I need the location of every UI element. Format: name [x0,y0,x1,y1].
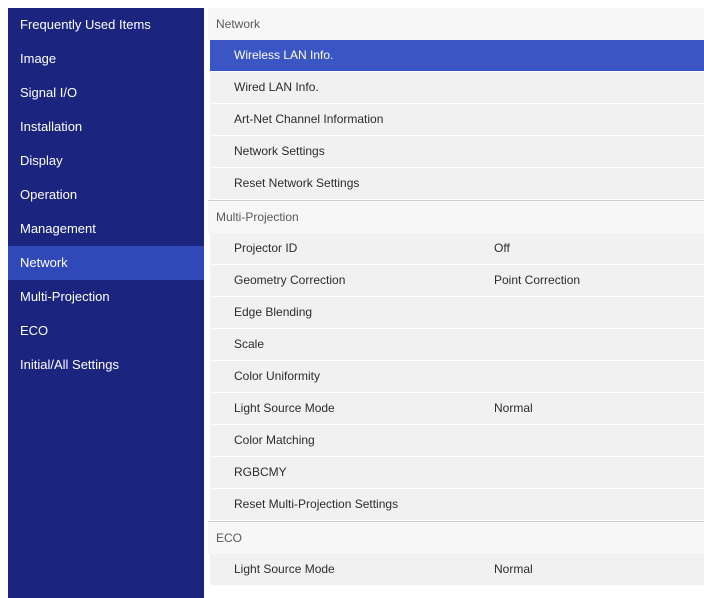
row-value: Point Correction [494,273,581,287]
settings-panel: Network Wireless LAN Info. Wired LAN Inf… [208,8,704,598]
row-label: RGBCMY [234,465,287,479]
sidebar-item-installation[interactable]: Installation [8,110,204,144]
sidebar-item-multi-projection[interactable]: Multi-Projection [8,280,204,314]
section-header-multi-projection: Multi-Projection [208,200,704,233]
sidebar-item-signal-io[interactable]: Signal I/O [8,76,204,110]
sidebar-item-network[interactable]: Network [8,246,204,280]
row-label: Geometry Correction [234,273,346,287]
menu-row-art-net-channel-information[interactable]: Art-Net Channel Information [210,104,704,136]
row-label: Edge Blending [234,305,313,319]
sidebar-item-eco[interactable]: ECO [8,314,204,348]
row-label: Wired LAN Info. [234,80,319,94]
row-label: Reset Network Settings [234,176,360,190]
menu-row-wireless-lan-info[interactable]: Wireless LAN Info. [210,40,704,72]
row-label: Art-Net Channel Information [234,112,384,126]
row-label: Network Settings [234,144,325,158]
section-header-eco: ECO [208,521,704,554]
sidebar-item-initial-all-settings[interactable]: Initial/All Settings [8,348,204,382]
sidebar-item-frequently-used-items[interactable]: Frequently Used Items [8,8,204,42]
menu-row-reset-multi-projection-settings[interactable]: Reset Multi-Projection Settings [210,489,704,521]
sidebar-item-management[interactable]: Management [8,212,204,246]
menu-row-color-uniformity[interactable]: Color Uniformity [210,361,704,393]
menu-row-projector-id[interactable]: Projector ID Off [210,233,704,265]
menu-row-network-settings[interactable]: Network Settings [210,136,704,168]
menu-row-rgbcmy[interactable]: RGBCMY [210,457,704,489]
row-label: Color Uniformity [234,369,321,383]
menu-row-scale[interactable]: Scale [210,329,704,361]
row-label: Color Matching [234,433,315,447]
row-value: Normal [494,562,533,576]
sidebar-menu: Frequently Used Items Image Signal I/O I… [8,8,204,598]
menu-row-wired-lan-info[interactable]: Wired LAN Info. [210,72,704,104]
sidebar-item-operation[interactable]: Operation [8,178,204,212]
row-label: Light Source Mode [234,562,335,576]
row-label: Scale [234,337,265,351]
row-label: Reset Multi-Projection Settings [234,497,399,511]
menu-row-eco-light-source-mode[interactable]: Light Source Mode Normal [210,554,704,586]
projector-menu-screen: Frequently Used Items Image Signal I/O I… [0,0,704,598]
row-label: Wireless LAN Info. [234,48,334,62]
menu-row-light-source-mode[interactable]: Light Source Mode Normal [210,393,704,425]
menu-row-color-matching[interactable]: Color Matching [210,425,704,457]
row-value: Off [494,241,510,255]
row-label: Light Source Mode [234,401,335,415]
menu-row-geometry-correction[interactable]: Geometry Correction Point Correction [210,265,704,297]
menu-row-reset-network-settings[interactable]: Reset Network Settings [210,168,704,200]
menu-row-edge-blending[interactable]: Edge Blending [210,297,704,329]
sidebar-item-image[interactable]: Image [8,42,204,76]
sidebar-item-display[interactable]: Display [8,144,204,178]
section-header-network: Network [208,8,704,40]
row-value: Normal [494,401,533,415]
row-label: Projector ID [234,241,298,255]
